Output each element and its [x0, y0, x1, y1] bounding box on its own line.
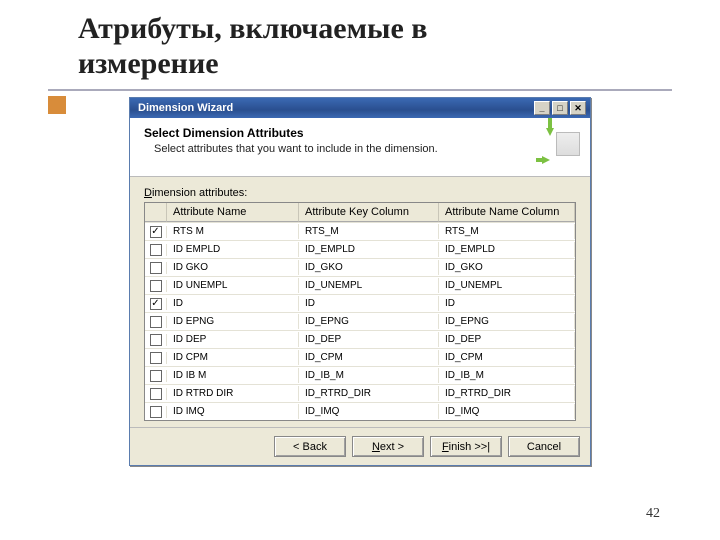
wizard-step-title: Select Dimension Attributes: [144, 126, 532, 140]
row-attribute-namecol: RTS_M: [439, 224, 575, 239]
row-checkbox-cell: [145, 406, 167, 418]
table-row[interactable]: ID IB MID_IB_MID_IB_M: [145, 366, 575, 384]
row-checkbox-cell: [145, 244, 167, 256]
row-checkbox-cell: [145, 226, 167, 238]
row-checkbox-cell: [145, 370, 167, 382]
back-button[interactable]: < Back: [274, 436, 346, 457]
table-row[interactable]: ID UNEMPLID_UNEMPLID_UNEMPL: [145, 276, 575, 294]
row-attribute-namecol: ID_EPNG: [439, 314, 575, 329]
slide-title-line2: измерение: [78, 47, 219, 80]
table-row[interactable]: ID EMPLDID_EMPLDID_EMPLD: [145, 240, 575, 258]
row-attribute-namecol: ID_IMQ: [439, 404, 575, 419]
table-row[interactable]: ID IMQID_IMQID_IMQ: [145, 402, 575, 420]
row-attribute-key: ID_GKO: [299, 260, 439, 275]
wizard-header: Select Dimension Attributes Select attri…: [130, 118, 590, 177]
accent-square: [48, 96, 66, 114]
grid-label: Dimension attributes:: [144, 187, 576, 199]
column-header-key[interactable]: Attribute Key Column: [299, 203, 439, 222]
row-attribute-name: ID EMPLD: [167, 242, 299, 257]
close-button[interactable]: ✕: [570, 101, 586, 115]
row-attribute-name: ID IMQ: [167, 404, 299, 419]
maximize-button[interactable]: □: [552, 101, 568, 115]
table-row[interactable]: ID EPNGID_EPNGID_EPNG: [145, 312, 575, 330]
row-checkbox-cell: [145, 280, 167, 292]
row-attribute-key: ID_UNEMPL: [299, 278, 439, 293]
row-checkbox[interactable]: [150, 388, 162, 400]
row-attribute-name: ID GKO: [167, 260, 299, 275]
row-attribute-namecol: ID_DEP: [439, 332, 575, 347]
row-attribute-name: RTS M: [167, 224, 299, 239]
row-checkbox[interactable]: [150, 244, 162, 256]
row-attribute-key: ID_DEP: [299, 332, 439, 347]
column-header-namecol[interactable]: Attribute Name Column: [439, 203, 575, 222]
row-checkbox-cell: [145, 352, 167, 364]
wizard-step-subtitle: Select attributes that you want to inclu…: [144, 143, 532, 155]
row-attribute-key: ID_IMQ: [299, 404, 439, 419]
table-row[interactable]: ID CPMID_CPMID_CPM: [145, 348, 575, 366]
row-attribute-key: ID: [299, 296, 439, 311]
row-checkbox-cell: [145, 316, 167, 328]
row-attribute-namecol: ID_GKO: [439, 260, 575, 275]
row-attribute-name: ID IB M: [167, 368, 299, 383]
row-checkbox[interactable]: [150, 352, 162, 364]
row-attribute-namecol: ID_IB_M: [439, 368, 575, 383]
table-row[interactable]: ID GKOID_GKOID_GKO: [145, 258, 575, 276]
row-checkbox[interactable]: [150, 226, 162, 238]
row-checkbox-cell: [145, 262, 167, 274]
row-attribute-namecol: ID_EMPLD: [439, 242, 575, 257]
row-checkbox[interactable]: [150, 262, 162, 274]
cancel-button[interactable]: Cancel: [508, 436, 580, 457]
row-checkbox-cell: [145, 298, 167, 310]
row-attribute-key: ID_EMPLD: [299, 242, 439, 257]
row-checkbox[interactable]: [150, 334, 162, 346]
row-attribute-key: ID_RTRD_DIR: [299, 386, 439, 401]
wizard-button-row: < Back Next > Finish >>| Cancel: [130, 427, 590, 465]
slide-title: Атрибуты, включаемые в измерение: [0, 0, 720, 89]
minimize-button[interactable]: _: [534, 101, 550, 115]
table-row[interactable]: RTS MRTS_MRTS_M: [145, 222, 575, 240]
table-row[interactable]: IDIDID: [145, 294, 575, 312]
row-checkbox-cell: [145, 334, 167, 346]
column-header-checkbox[interactable]: [145, 203, 167, 222]
row-attribute-namecol: ID_RTRD_DIR: [439, 386, 575, 401]
attributes-grid: Attribute Name Attribute Key Column Attr…: [144, 202, 576, 421]
dimension-icon: [540, 126, 580, 166]
dimension-wizard-window: Dimension Wizard _ □ ✕ Select Dimension …: [129, 97, 591, 466]
row-checkbox[interactable]: [150, 316, 162, 328]
table-row[interactable]: ID DEPID_DEPID_DEP: [145, 330, 575, 348]
row-attribute-key: ID_IB_M: [299, 368, 439, 383]
page-number: 42: [646, 506, 660, 522]
row-attribute-namecol: ID_CPM: [439, 350, 575, 365]
row-checkbox[interactable]: [150, 370, 162, 382]
row-attribute-namecol: ID_UNEMPL: [439, 278, 575, 293]
row-attribute-name: ID DEP: [167, 332, 299, 347]
row-attribute-name: ID EPNG: [167, 314, 299, 329]
window-title: Dimension Wizard: [138, 102, 233, 114]
row-attribute-name: ID: [167, 296, 299, 311]
row-checkbox-cell: [145, 388, 167, 400]
row-attribute-key: ID_CPM: [299, 350, 439, 365]
row-attribute-key: RTS_M: [299, 224, 439, 239]
row-checkbox[interactable]: [150, 280, 162, 292]
row-attribute-namecol: ID: [439, 296, 575, 311]
finish-button[interactable]: Finish >>|: [430, 436, 502, 457]
next-button[interactable]: Next >: [352, 436, 424, 457]
row-checkbox[interactable]: [150, 406, 162, 418]
grid-header-row: Attribute Name Attribute Key Column Attr…: [145, 203, 575, 222]
column-header-name[interactable]: Attribute Name: [167, 203, 299, 222]
row-attribute-key: ID_EPNG: [299, 314, 439, 329]
title-underline: [48, 89, 672, 91]
titlebar: Dimension Wizard _ □ ✕: [130, 98, 590, 118]
row-attribute-name: ID CPM: [167, 350, 299, 365]
row-attribute-name: ID RTRD DIR: [167, 386, 299, 401]
table-row[interactable]: ID RTRD DIRID_RTRD_DIRID_RTRD_DIR: [145, 384, 575, 402]
row-checkbox[interactable]: [150, 298, 162, 310]
row-attribute-name: ID UNEMPL: [167, 278, 299, 293]
slide-title-line1: Атрибуты, включаемые в: [78, 12, 427, 45]
